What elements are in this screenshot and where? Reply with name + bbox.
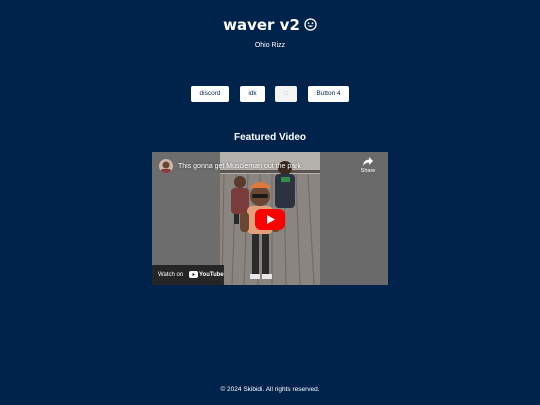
video-title[interactable]: This gonna get Muscleman out the park <box>178 163 301 171</box>
avatar-image <box>159 159 173 173</box>
site-subtitle: Ohio Rizz <box>254 42 286 49</box>
footer-copyright: © 2024 Skibidi. All rights reserved. <box>220 386 320 393</box>
share-label: Share <box>360 168 376 174</box>
idk-button[interactable]: idk <box>240 86 265 102</box>
empty-button[interactable]: □ <box>275 86 297 102</box>
watch-on-label: Watch on <box>158 272 184 278</box>
youtube-brand-text: YouTube <box>199 272 224 278</box>
smiley-icon <box>304 18 317 31</box>
page: waver v2 Ohio Rizz discord idk □ Button … <box>0 0 540 405</box>
button-row: discord idk □ Button 4 <box>0 86 540 102</box>
watch-on-youtube-button[interactable]: Watch on YouTube <box>152 265 224 285</box>
discord-button[interactable]: discord <box>191 86 229 102</box>
play-icon[interactable] <box>255 209 285 230</box>
site-title: waver v2 <box>0 14 540 36</box>
share-button[interactable]: Share <box>358 157 378 175</box>
featured-video-heading: Featured Video <box>233 132 307 143</box>
youtube-logo-icon <box>189 271 198 278</box>
button-4[interactable]: Button 4 <box>308 86 349 102</box>
video-embed[interactable]: This gonna get Muscleman out the park Sh… <box>152 152 388 285</box>
site-title-text: waver v2 <box>223 16 300 34</box>
channel-avatar[interactable] <box>159 159 173 173</box>
share-icon <box>363 157 373 166</box>
